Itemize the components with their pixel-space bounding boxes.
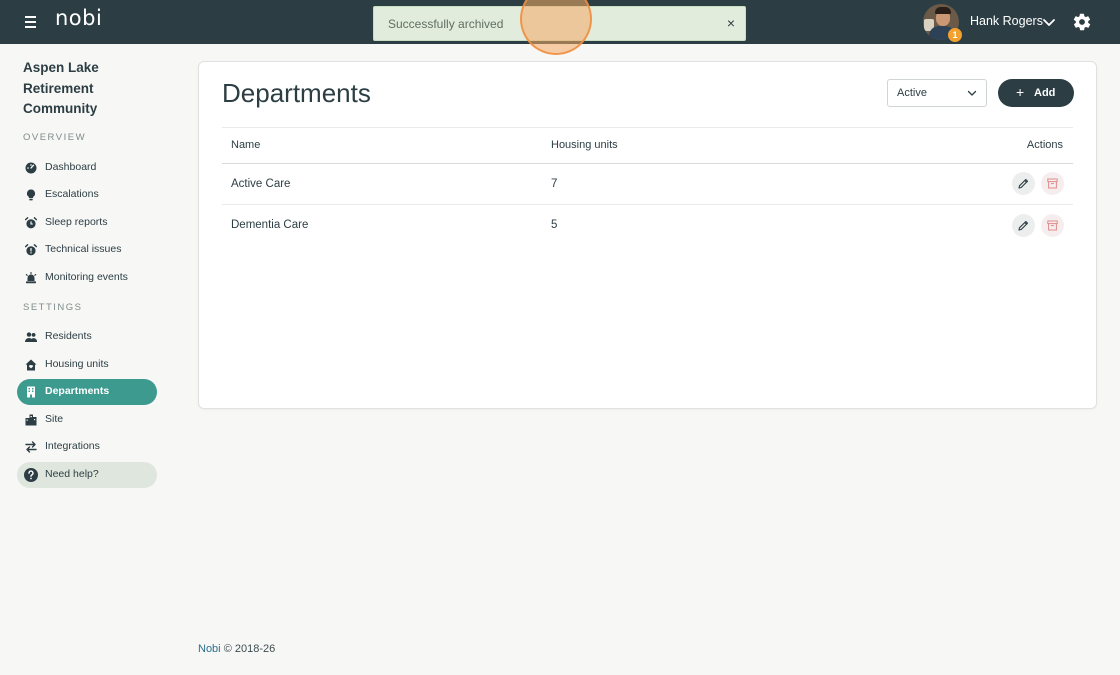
archive-icon (1047, 178, 1058, 189)
toast-message: Successfully archived (388, 17, 504, 31)
departments-card: Departments Active + Add Name Housing un… (198, 61, 1097, 409)
sidebar-item-label: Escalations (45, 188, 99, 200)
settings-section-label: SETTINGS (23, 302, 83, 313)
sidebar-item-label: Dashboard (45, 161, 97, 173)
click-indicator (520, 0, 592, 55)
sidebar-item-label: Integrations (45, 440, 100, 452)
sidebar-item-residents[interactable]: Residents (17, 324, 157, 350)
sidebar-item-integrations[interactable]: Integrations (17, 434, 157, 460)
pencil-icon (1018, 178, 1029, 189)
menu-icon[interactable] (22, 13, 40, 31)
sidebar-item-technical-issues[interactable]: Technical issues (17, 237, 157, 263)
gear-icon[interactable] (1072, 12, 1092, 32)
house-icon (25, 359, 37, 371)
status-filter-value: Active (897, 87, 927, 99)
sidebar-item-monitoring-events[interactable]: Monitoring events (17, 265, 157, 291)
notification-badge: 1 (948, 28, 962, 42)
monitoring-icon (25, 272, 37, 284)
sidebar-item-label: Housing units (45, 358, 109, 370)
archive-button[interactable] (1041, 172, 1064, 195)
housing-units-count: 7 (551, 178, 558, 190)
top-bar: nobi Successfully archived × 1 Hank Roge… (0, 0, 1120, 55)
arrows-exchange-icon (25, 441, 37, 453)
edit-button[interactable] (1012, 214, 1035, 237)
department-name: Active Care (231, 178, 291, 190)
archive-button[interactable] (1041, 214, 1064, 237)
need-help-button[interactable]: Need help? (17, 462, 157, 488)
dashboard-icon (25, 162, 37, 174)
sidebar-item-label: Monitoring events (45, 271, 128, 283)
column-header-name[interactable]: Name (231, 139, 260, 151)
add-button-label: Add (1034, 87, 1056, 99)
column-header-actions: Actions (1026, 139, 1063, 151)
plus-icon: + (1016, 84, 1025, 100)
page-title: Departments (222, 78, 371, 108)
footer-brand-link[interactable]: Nobi (198, 643, 221, 655)
footer: Nobi © 2018-26 (198, 643, 275, 655)
housing-units-count: 5 (551, 219, 558, 231)
sidebar-item-label: Departments (45, 385, 110, 397)
users-icon (25, 332, 37, 342)
table-header-divider (222, 163, 1073, 164)
status-filter-select[interactable]: Active (887, 79, 987, 107)
edit-button[interactable] (1012, 172, 1035, 195)
footer-copyright: © 2018-26 (223, 643, 276, 655)
sidebar-item-label: Sleep reports (45, 216, 108, 228)
question-icon (24, 468, 38, 482)
sidebar-item-label: Need help? (45, 468, 99, 480)
sidebar-item-label: Site (45, 413, 64, 425)
table-top-divider (222, 127, 1073, 128)
department-name: Dementia Care (231, 219, 309, 231)
sidebar-item-label: Residents (45, 330, 92, 342)
pencil-icon (1018, 220, 1029, 231)
app-logo[interactable]: nobi (55, 6, 102, 30)
alarm-clock-icon (25, 217, 37, 229)
chevron-down-icon[interactable] (1041, 14, 1057, 30)
city-icon (25, 414, 37, 426)
add-department-button[interactable]: + Add (998, 79, 1074, 107)
sidebar-item-sleep-reports[interactable]: Sleep reports (17, 210, 157, 236)
lightbulb-icon (26, 189, 36, 201)
overview-section-label: OVERVIEW (23, 132, 87, 143)
sidebar-item-escalations[interactable]: Escalations (17, 182, 157, 208)
sidebar-item-dashboard[interactable]: Dashboard (17, 155, 157, 181)
sidebar-item-label: Technical issues (45, 243, 122, 255)
building-icon (27, 386, 35, 398)
archive-icon (1047, 220, 1058, 231)
organization-name: Aspen Lake Retirement Community (23, 60, 99, 116)
sidebar-item-site[interactable]: Site (17, 407, 157, 433)
alarm-clock-warning-icon (25, 244, 37, 256)
sidebar-item-housing-units[interactable]: Housing units (17, 352, 157, 378)
table-row-divider (222, 204, 1073, 205)
close-icon[interactable]: × (723, 15, 739, 31)
column-header-housing-units[interactable]: Housing units (551, 139, 618, 151)
sidebar-item-departments[interactable]: Departments (17, 379, 157, 405)
chevron-down-icon (967, 90, 977, 96)
user-name[interactable]: Hank Rogers (970, 14, 1043, 28)
